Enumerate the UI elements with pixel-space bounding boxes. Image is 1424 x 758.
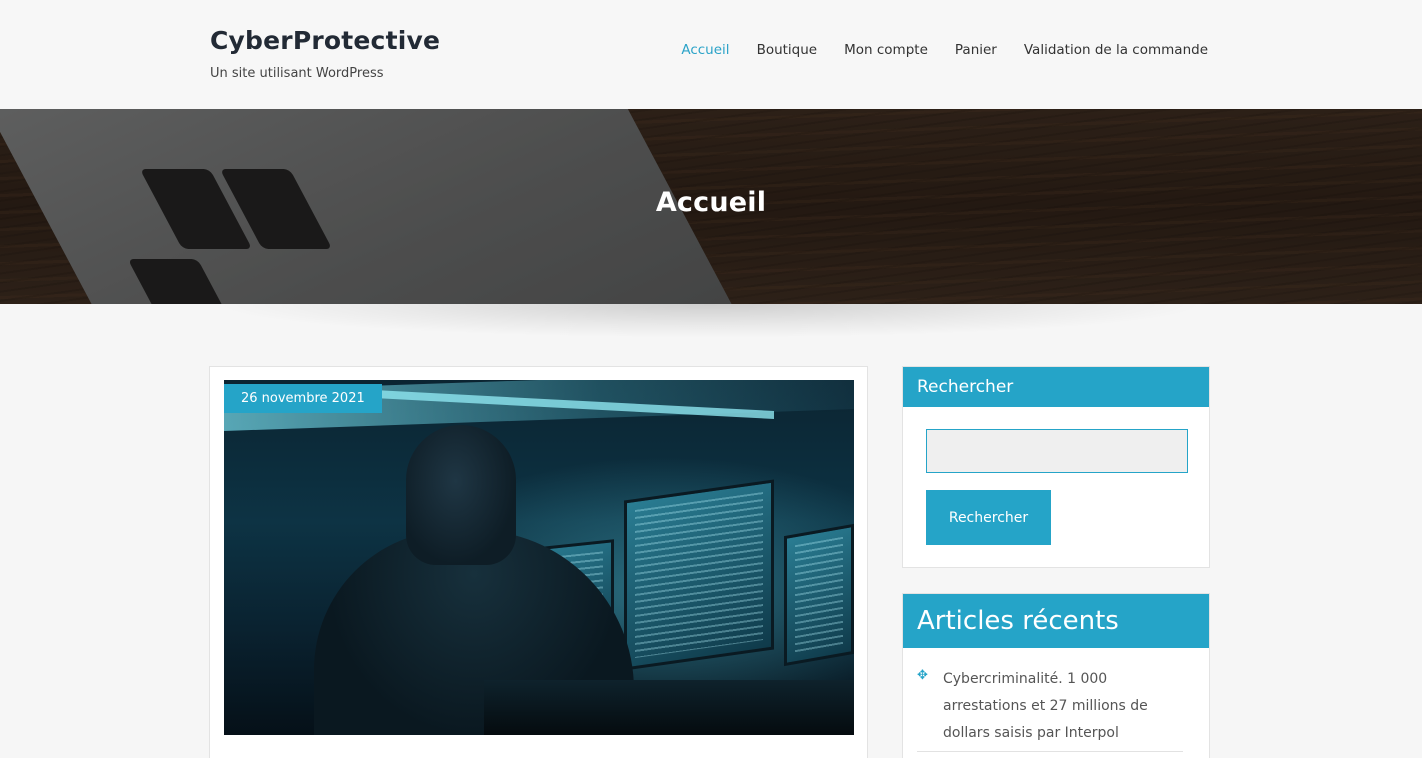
search-widget-title: Rechercher: [903, 367, 1209, 407]
nav-item-panier[interactable]: Panier: [955, 42, 997, 58]
search-input[interactable]: [926, 429, 1188, 473]
post-card: 26 novembre 2021: [209, 366, 868, 758]
page-title: Accueil: [655, 187, 767, 218]
search-widget: Rechercher Rechercher: [902, 366, 1210, 568]
recent-posts-widget: Articles récents ✥ Cybercriminalité. 1 0…: [902, 593, 1210, 758]
crosshair-icon: ✥: [917, 668, 928, 683]
image-desk: [484, 680, 854, 735]
main-nav: Accueil Boutique Mon compte Panier Valid…: [654, 42, 1208, 58]
nav-item-accueil[interactable]: Accueil: [681, 42, 729, 58]
post-featured-image[interactable]: [224, 380, 854, 735]
list-item: ✥ Cybercriminalité. 1 000 arrestations e…: [917, 666, 1183, 752]
recent-posts-title: Articles récents: [903, 594, 1209, 648]
search-button[interactable]: Rechercher: [926, 490, 1051, 545]
hero-banner: Accueil: [0, 109, 1422, 304]
post-date-badge[interactable]: 26 novembre 2021: [224, 384, 382, 413]
image-hacker-hood: [406, 425, 516, 565]
image-monitor: [784, 523, 854, 667]
image-monitor: [624, 479, 774, 671]
site-header: CyberProtective Un site utilisant WordPr…: [0, 0, 1422, 109]
recent-post-link[interactable]: Cybercriminalité. 1 000 arrestations et …: [943, 666, 1173, 747]
nav-item-boutique[interactable]: Boutique: [757, 42, 818, 58]
site-tagline: Un site utilisant WordPress: [210, 66, 384, 81]
hero-shadow: [210, 304, 1210, 338]
site-title[interactable]: CyberProtective: [210, 26, 440, 55]
nav-item-mon-compte[interactable]: Mon compte: [844, 42, 928, 58]
nav-item-validation-commande[interactable]: Validation de la commande: [1024, 42, 1208, 58]
